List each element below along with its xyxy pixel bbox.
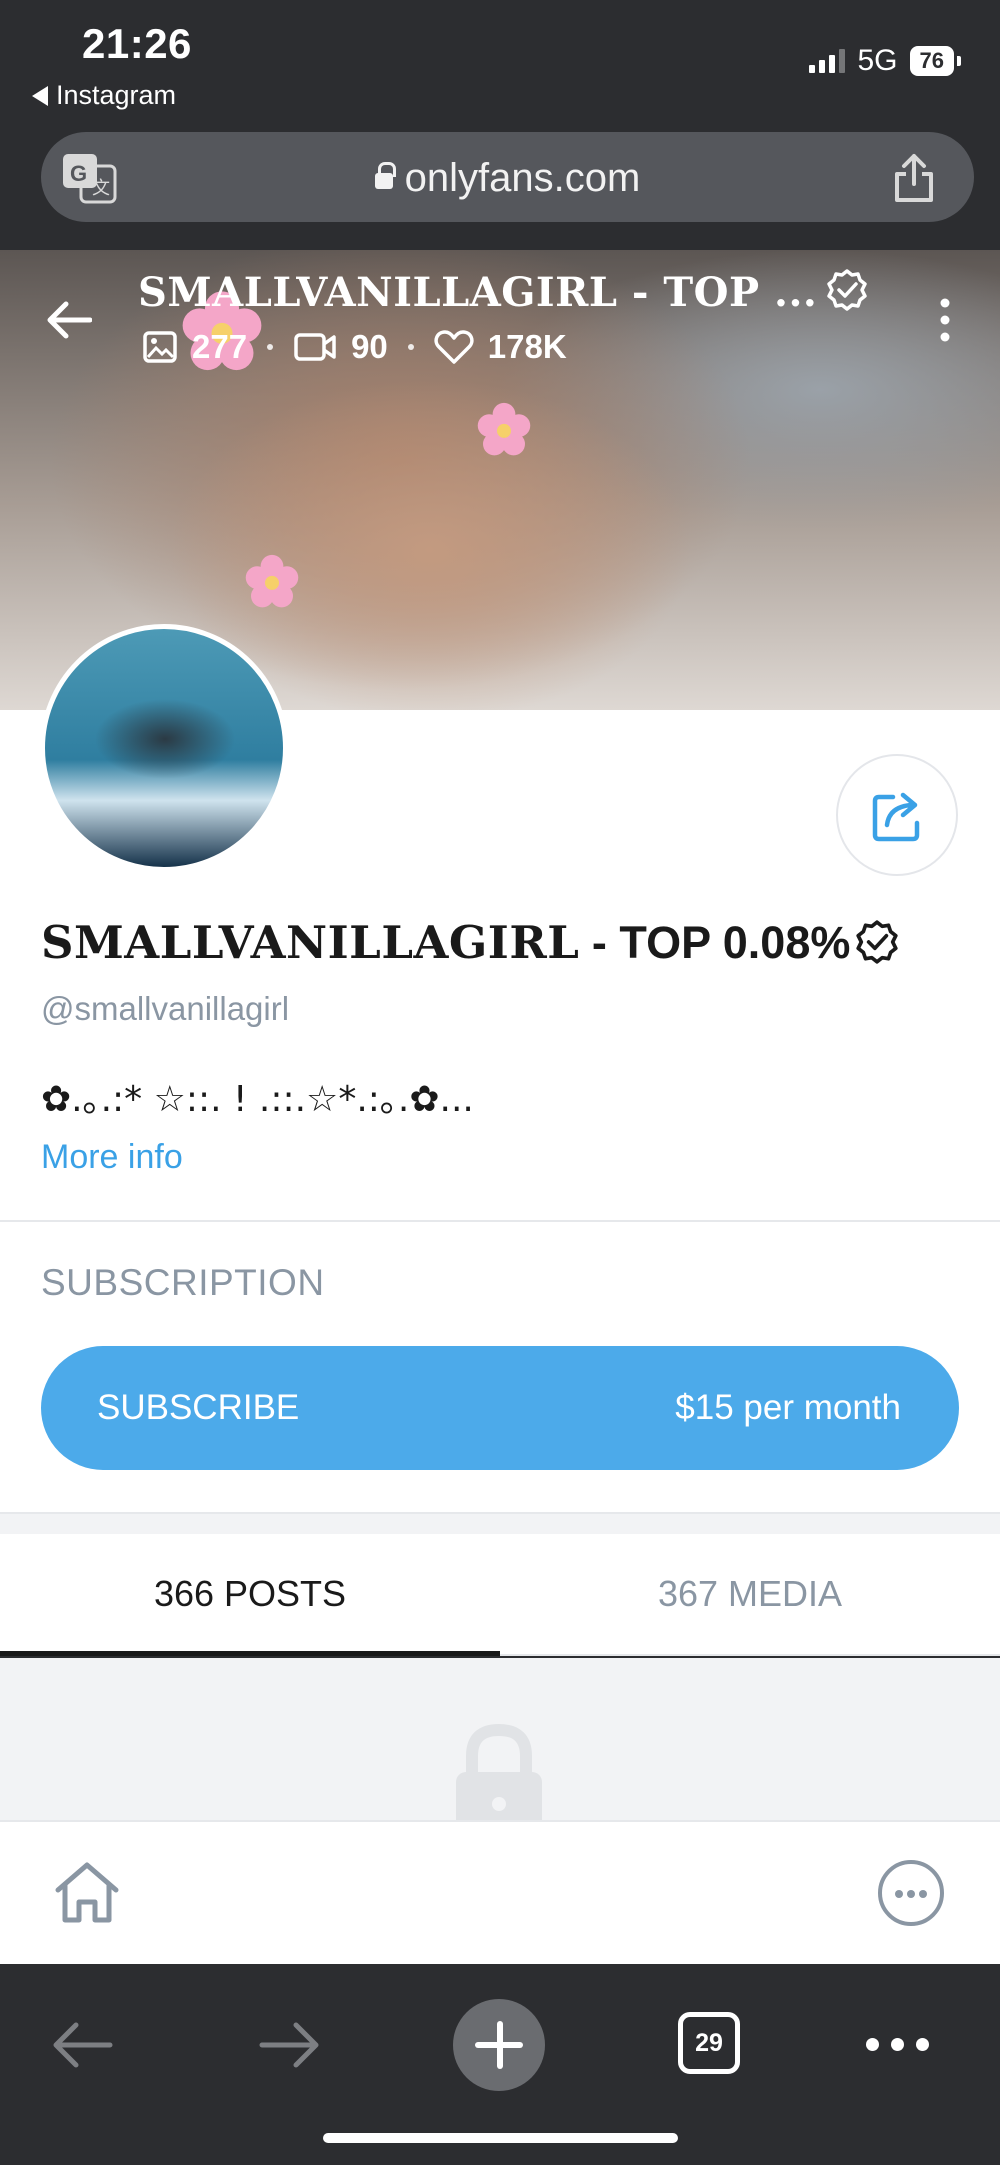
back-arrow-icon[interactable] <box>50 2020 114 2070</box>
share-arrow-icon <box>872 792 920 842</box>
back-triangle-icon <box>32 85 48 106</box>
lock-icon <box>456 1723 542 1820</box>
lock-icon <box>374 162 396 189</box>
cover-title-text: SMALLVANILLAGIRL - TOP ... <box>138 269 818 316</box>
subscription-title: SUBSCRIPTION <box>41 1262 325 1303</box>
video-icon <box>294 333 336 361</box>
more-dots-icon[interactable] <box>866 2038 929 2051</box>
section-gap <box>0 1512 1000 1534</box>
heart-icon <box>434 330 474 364</box>
more-options-icon[interactable] <box>878 1860 944 1926</box>
flower-sticker-icon <box>245 554 299 608</box>
tab-posts[interactable]: 366 POSTS <box>0 1534 500 1656</box>
address-bar[interactable]: G 文 onlyfans.com <box>41 132 974 222</box>
url-display[interactable]: onlyfans.com <box>41 156 974 201</box>
url-text: onlyfans.com <box>404 156 641 200</box>
new-tab-plus-icon[interactable] <box>453 1999 545 2091</box>
signal-icon <box>809 49 846 73</box>
browser-chrome: 21:26 Instagram 5G 76 G 文 onlyfans.com <box>0 0 1000 250</box>
share-profile-button[interactable] <box>836 754 958 876</box>
likes-count: 178K <box>487 328 567 365</box>
kebab-menu-icon[interactable] <box>940 298 950 342</box>
profile-name: SMALLVANILLAGIRL - TOP 0.08% <box>41 916 900 969</box>
posts-area <box>0 1658 1000 1820</box>
photo-count: 277 <box>192 328 248 365</box>
profile-name-rest: - TOP 0.08% <box>579 917 851 968</box>
profile-handle: @smallvanillagirl <box>41 990 290 1027</box>
app-bottom-nav <box>0 1820 1000 1964</box>
video-count: 90 <box>351 328 388 365</box>
profile-name-serif: SMALLVANILLAGIRL <box>41 916 580 969</box>
verified-badge-icon <box>827 269 868 311</box>
browser-toolbar: 29 <box>0 1964 1000 2165</box>
tabs-icon[interactable]: 29 <box>678 2012 740 2074</box>
subscribe-button[interactable]: SUBSCRIBE $15 per month <box>41 1346 959 1470</box>
network-type: 5G <box>857 44 898 77</box>
back-arrow-icon[interactable] <box>46 300 92 340</box>
home-indicator <box>323 2133 678 2143</box>
subscription-section: SUBSCRIPTION SUBSCRIBE $15 per month <box>0 1222 1000 1512</box>
cover-title: SMALLVANILLAGIRL - TOP ... <box>138 268 869 316</box>
share-icon[interactable] <box>892 152 936 204</box>
home-icon[interactable] <box>52 1860 122 1926</box>
verified-badge-icon <box>856 920 899 964</box>
separator-dot <box>407 344 414 350</box>
more-info-link[interactable]: More info <box>41 1138 183 1177</box>
subscribe-price: $15 per month <box>675 1388 901 1427</box>
back-to-app-link[interactable]: Instagram <box>32 80 176 111</box>
battery-icon: 76 <box>909 46 962 76</box>
separator-dot <box>267 344 274 350</box>
profile-bio: ✿.｡.:* ☆::. ! .::.☆*.:｡.✿... <box>41 1079 474 1120</box>
profile-section: SMALLVANILLAGIRL - TOP 0.08% @smallvanil… <box>0 624 1000 1222</box>
content-tabs: 366 POSTS 367 MEDIA <box>0 1534 1000 1656</box>
cover-stats: 277 90 178K <box>142 328 567 366</box>
tab-media[interactable]: 367 MEDIA <box>500 1534 1000 1654</box>
back-app-label: Instagram <box>56 80 177 110</box>
status-time: 21:26 <box>82 20 192 67</box>
page: 21:26 Instagram 5G 76 G 文 onlyfans.com S… <box>0 0 1000 2165</box>
subscribe-label: SUBSCRIBE <box>97 1388 300 1427</box>
photo-icon <box>143 331 177 363</box>
avatar[interactable] <box>40 624 288 872</box>
forward-arrow-icon[interactable] <box>258 2020 322 2070</box>
status-indicators: 5G 76 <box>809 44 962 78</box>
flower-sticker-icon <box>477 402 531 456</box>
